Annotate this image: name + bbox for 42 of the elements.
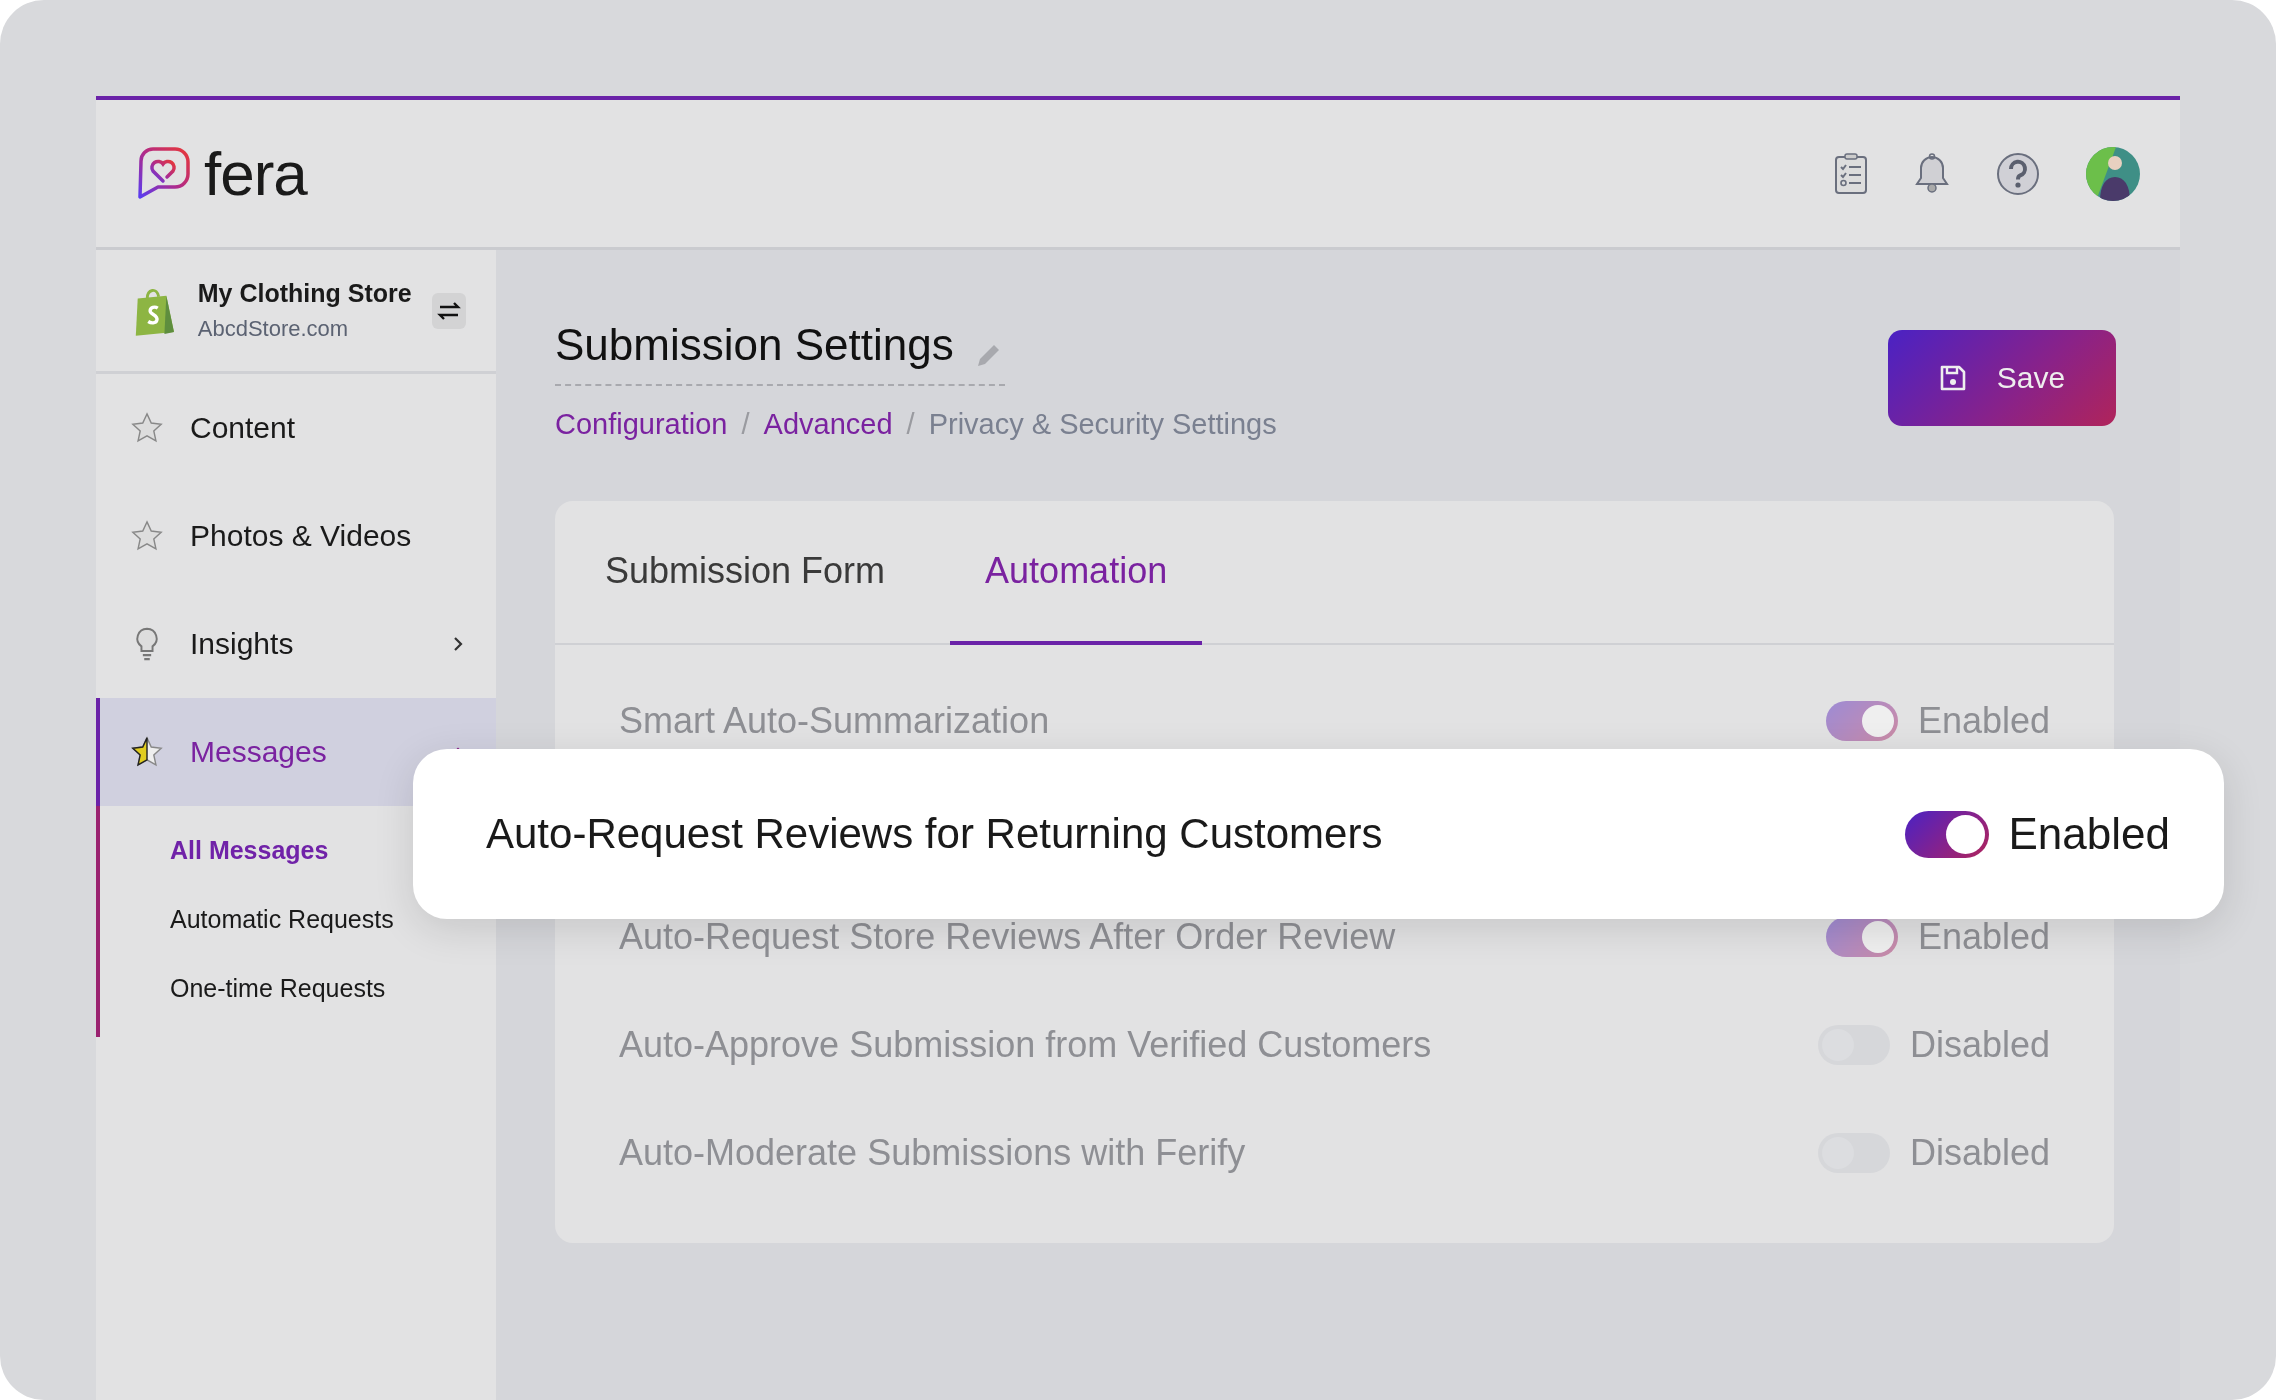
breadcrumb-link[interactable]: Advanced [763, 408, 893, 441]
store-name: My Clothing Store [197, 279, 412, 308]
save-button[interactable]: Save [1888, 330, 2116, 426]
breadcrumb-text: Privacy & Security Settings [928, 408, 1277, 441]
avatar[interactable] [2086, 146, 2140, 201]
toggle-switch[interactable] [1825, 917, 1898, 957]
sidebar-subitem[interactable]: All Messages [170, 836, 329, 865]
switch-store-button[interactable] [431, 292, 466, 329]
setting-label: Auto-Request Reviews for Returning Customers [486, 810, 1383, 858]
toggle-status: Enabled [2008, 809, 2170, 859]
star-icon [130, 411, 164, 445]
sidebar-item[interactable]: Insights [96, 590, 496, 698]
star-icon [130, 519, 164, 553]
swap-arrows-icon [436, 300, 461, 321]
checklist-icon[interactable] [1834, 152, 1868, 195]
toggle-switch[interactable] [1904, 810, 1989, 858]
setting-label: Auto-Moderate Submissions with Ferify [619, 1132, 1246, 1174]
help-icon[interactable] [1996, 151, 2040, 196]
page-title: Submission Settings [555, 320, 954, 370]
sidebar-item[interactable]: Messages [96, 698, 496, 806]
tab[interactable]: Submission Form [570, 501, 921, 645]
toggle-status: Enabled [1917, 916, 2050, 958]
star-icon [130, 735, 164, 769]
sidebar-subitem[interactable]: One-time Requests [170, 974, 386, 1003]
setting-label: Auto-Request Store Reviews After Order Review [619, 916, 1396, 958]
logo-text: fera [204, 138, 307, 209]
breadcrumb-link[interactable]: Configuration [555, 408, 728, 441]
bell-icon[interactable] [1914, 152, 1950, 195]
sidebar-item[interactable]: Photos & Videos [96, 482, 496, 590]
toggle-status: Disabled [1909, 1024, 2050, 1066]
breadcrumb-separator: / [741, 408, 750, 441]
sidebar-subitem[interactable]: Automatic Requests [170, 905, 394, 934]
store-domain: AbcdStore.com [197, 316, 350, 342]
toggle-status: Enabled [1917, 700, 2050, 742]
sidebar-item[interactable]: Content [96, 374, 496, 482]
toggle-status: Disabled [1909, 1132, 2050, 1174]
tab[interactable]: Automation [950, 501, 1203, 645]
breadcrumb-separator: / [906, 408, 915, 441]
toggle-switch[interactable] [1825, 701, 1898, 741]
setting-label: Auto-Approve Submission from Verified Customers [619, 1024, 1432, 1066]
setting-label: Smart Auto-Summarization [619, 700, 1050, 742]
heart-bubble-logo-icon [136, 146, 190, 201]
